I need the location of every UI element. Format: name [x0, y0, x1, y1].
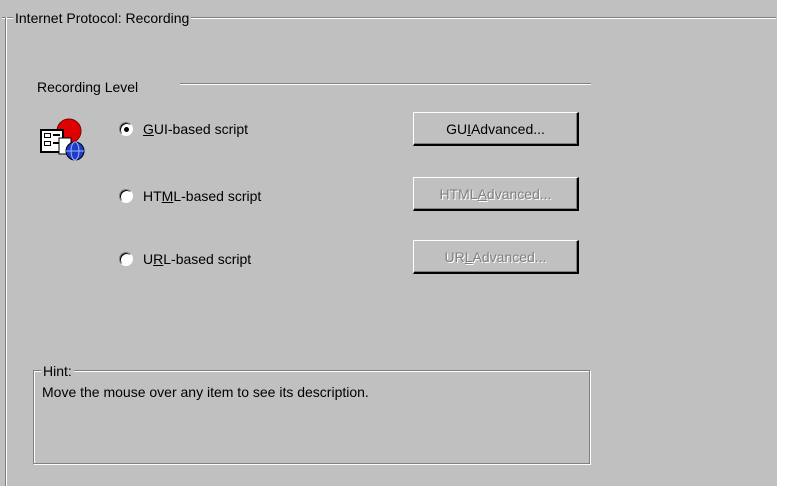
hint-text: Move the mouse over any item to see its … — [42, 384, 369, 400]
radio-button[interactable] — [119, 122, 133, 136]
url-advanced-button[interactable]: UR L Advanced... — [413, 240, 579, 274]
label-post: L-based script — [163, 251, 252, 267]
radio-label: HTML-based script — [143, 187, 261, 205]
recording-level-divider — [180, 83, 591, 85]
label-mnemonic: G — [143, 121, 154, 137]
gui-advanced-button[interactable]: GU I Advanced... — [413, 112, 579, 146]
button-label-mnemonic: A — [477, 185, 487, 202]
radio-gui-based-script[interactable]: GUI-based script — [119, 118, 248, 140]
hint-label: Hint: — [41, 363, 74, 379]
label-post: L-based script — [173, 188, 262, 204]
button-label-pre: GU — [446, 120, 468, 137]
radio-button[interactable] — [119, 189, 133, 203]
radio-html-based-script[interactable]: HTML-based script — [119, 185, 261, 207]
radio-label: GUI-based script — [143, 120, 248, 138]
button-label-post: dvanced... — [486, 185, 552, 202]
radio-label: URL-based script — [143, 250, 251, 268]
right-margin — [777, 0, 802, 497]
group-title: Internet Protocol: Recording — [13, 10, 192, 26]
button-label-post: Advanced... — [470, 120, 545, 137]
label-mnemonic: R — [153, 251, 164, 267]
label-pre: U — [143, 251, 154, 267]
recording-options-panel: Internet Protocol: Recording Recording L… — [0, 0, 802, 497]
application-recording-icon — [40, 117, 86, 163]
radio-button[interactable] — [119, 252, 133, 266]
label-post: UI-based script — [153, 121, 249, 137]
html-advanced-button[interactable]: HTML Advanced... — [413, 177, 579, 211]
recording-level-label: Recording Level — [37, 79, 139, 95]
label-pre: HT — [143, 188, 162, 204]
button-label-post: Advanced... — [472, 248, 547, 265]
group-frame-left — [5, 17, 7, 487]
button-label-mnemonic: L — [464, 248, 473, 265]
bottom-margin — [0, 486, 802, 497]
button-label-pre: HTML — [439, 185, 478, 202]
radio-url-based-script[interactable]: URL-based script — [119, 248, 251, 270]
button-label-pre: UR — [444, 248, 465, 265]
label-mnemonic: M — [161, 188, 174, 204]
radio-selected-dot — [123, 126, 129, 132]
